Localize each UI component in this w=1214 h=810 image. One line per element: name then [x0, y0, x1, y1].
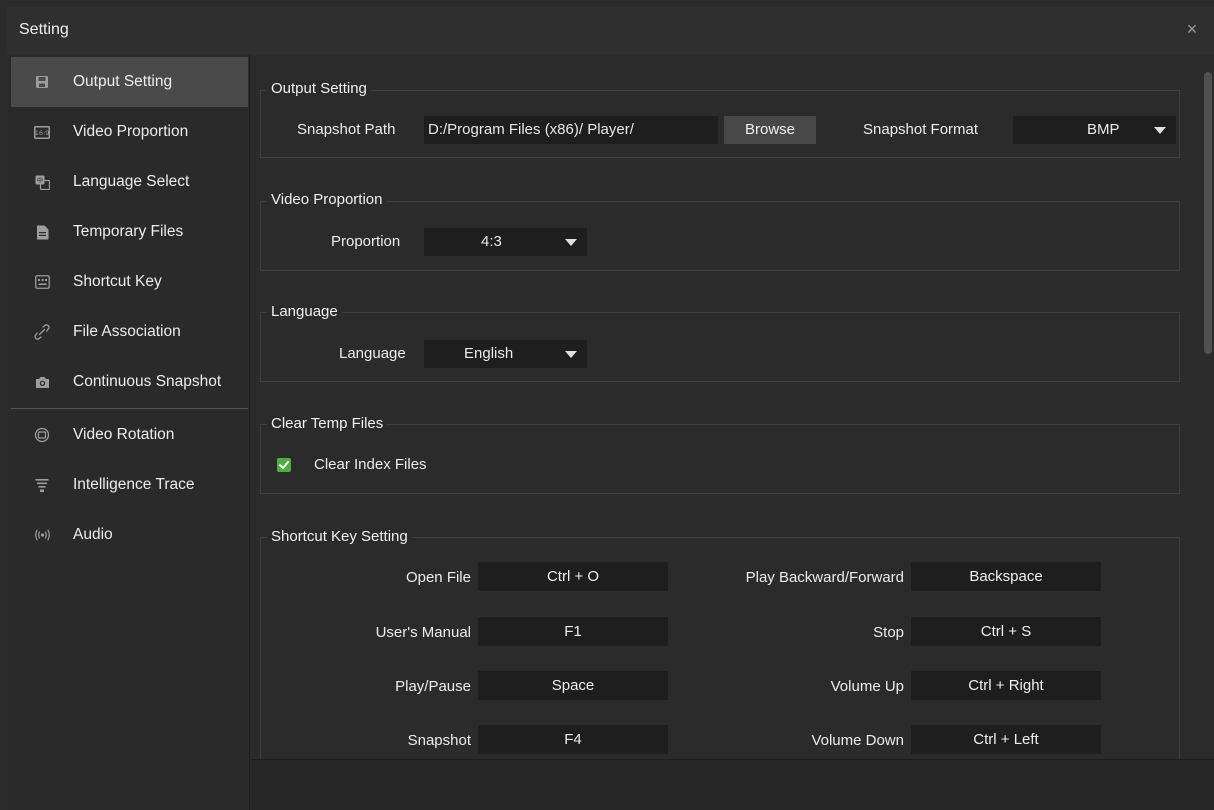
sidebar-item-shortcut-key[interactable]: Shortcut Key — [11, 257, 248, 307]
sidebar-item-language-select[interactable]: 中 Language Select — [11, 157, 248, 207]
chevron-down-icon — [565, 239, 577, 246]
vertical-scrollbar[interactable] — [1204, 72, 1212, 354]
sidebar-item-label: Shortcut Key — [73, 273, 162, 290]
sidebar-item-label: File Association — [73, 323, 181, 340]
shortcut-key-snapshot[interactable]: F4 — [478, 725, 668, 754]
sidebar-item-temporary-files[interactable]: Temporary Files — [11, 207, 248, 257]
link-icon — [33, 323, 51, 341]
snapshot-path-label: Snapshot Path — [297, 121, 396, 138]
language-label: Language — [339, 345, 406, 362]
sidebar-item-label: Continuous Snapshot — [73, 373, 222, 390]
trace-icon — [33, 476, 51, 494]
sidebar-item-label: Video Proportion — [73, 123, 189, 140]
shortcut-key-play-backward-forward[interactable]: Backspace — [911, 562, 1101, 591]
shortcut-label-users-manual: User's Manual — [375, 624, 471, 641]
camera-icon — [33, 373, 51, 391]
shortcut-key-volume-down[interactable]: Ctrl + Left — [911, 725, 1101, 754]
snapshot-path-field[interactable]: D:/Program Files (x86)/ Player/ — [424, 116, 718, 144]
sidebar-item-video-rotation[interactable]: Video Rotation — [11, 410, 248, 460]
clear-index-checkbox[interactable] — [277, 458, 291, 472]
shortcut-label-play-backward-forward: Play Backward/Forward — [745, 569, 904, 586]
shortcut-key-title: Shortcut Key Setting — [267, 528, 412, 545]
shortcut-label-volume-down: Volume Down — [811, 732, 904, 749]
language-icon: 中 — [33, 173, 51, 191]
clear-temp-title: Clear Temp Files — [267, 415, 388, 432]
snapshot-format-value: BMP — [1087, 121, 1120, 138]
sidebar-item-label: Audio — [73, 526, 113, 543]
shortcut-key-play-pause[interactable]: Space — [478, 671, 668, 700]
proportion-label: Proportion — [331, 233, 401, 250]
sidebar: Output Setting 16:9 Video Proportion 中 L… — [7, 54, 250, 810]
shortcut-key-open-file[interactable]: Ctrl + O — [478, 562, 668, 591]
sidebar-item-audio[interactable]: Audio — [11, 510, 248, 560]
save-icon — [33, 73, 51, 91]
output-setting-title: Output Setting — [267, 80, 371, 97]
sidebar-item-label: Output Setting — [73, 73, 173, 90]
sidebar-divider — [11, 408, 248, 409]
sidebar-item-continuous-snapshot[interactable]: Continuous Snapshot — [11, 357, 248, 407]
sidebar-item-label: Language Select — [73, 173, 190, 190]
sidebar-item-file-association[interactable]: File Association — [11, 307, 248, 357]
language-value: English — [464, 345, 514, 362]
video-proportion-title: Video Proportion — [267, 191, 387, 208]
snapshot-format-label: Snapshot Format — [863, 121, 979, 138]
checkmark-icon — [279, 461, 289, 469]
sidebar-item-label: Temporary Files — [73, 223, 184, 240]
shortcut-label-stop: Stop — [873, 624, 904, 641]
svg-text:中: 中 — [36, 176, 42, 184]
sidebar-item-label: Video Rotation — [73, 426, 175, 443]
language-select[interactable]: English — [424, 340, 587, 368]
chevron-down-icon — [1154, 127, 1166, 134]
shortcut-label-snapshot: Snapshot — [407, 732, 471, 749]
browse-button[interactable]: Browse — [724, 116, 816, 144]
shortcut-label-play-pause: Play/Pause — [395, 678, 471, 695]
settings-content: Output Setting Snapshot Path D:/Program … — [251, 54, 1214, 759]
file-icon — [33, 223, 51, 241]
sidebar-item-intelligence-trace[interactable]: Intelligence Trace — [11, 460, 248, 510]
shortcut-label-open-file: Open File — [405, 569, 471, 586]
shortcut-key-volume-up[interactable]: Ctrl + Right — [911, 671, 1101, 700]
shortcut-label-volume-up: Volume Up — [830, 678, 904, 695]
sidebar-item-video-proportion[interactable]: 16:9 Video Proportion — [11, 107, 248, 157]
chevron-down-icon — [565, 351, 577, 358]
snapshot-format-select[interactable]: BMP — [1013, 116, 1176, 144]
keyboard-icon — [33, 273, 51, 291]
audio-icon — [33, 526, 51, 544]
sidebar-item-label: Intelligence Trace — [73, 476, 195, 493]
clear-index-label: Clear Index Files — [314, 456, 427, 473]
rotation-icon — [33, 426, 51, 444]
aspect-ratio-icon: 16:9 — [33, 123, 51, 141]
sidebar-item-output-setting[interactable]: Output Setting — [11, 57, 248, 107]
close-icon[interactable]: × — [1182, 17, 1202, 41]
proportion-value: 4:3 — [481, 233, 502, 250]
svg-text:16:9: 16:9 — [35, 129, 50, 137]
shortcut-key-stop[interactable]: Ctrl + S — [911, 617, 1101, 646]
window-title: Setting — [19, 21, 69, 38]
shortcut-key-users-manual[interactable]: F1 — [478, 617, 668, 646]
title-bar: Setting × — [7, 7, 1214, 54]
proportion-select[interactable]: 4:3 — [424, 228, 587, 256]
footer-bar — [251, 759, 1214, 810]
settings-window: Setting × Output Setting 16:9 Video Prop… — [7, 7, 1214, 810]
language-title: Language — [267, 303, 342, 320]
